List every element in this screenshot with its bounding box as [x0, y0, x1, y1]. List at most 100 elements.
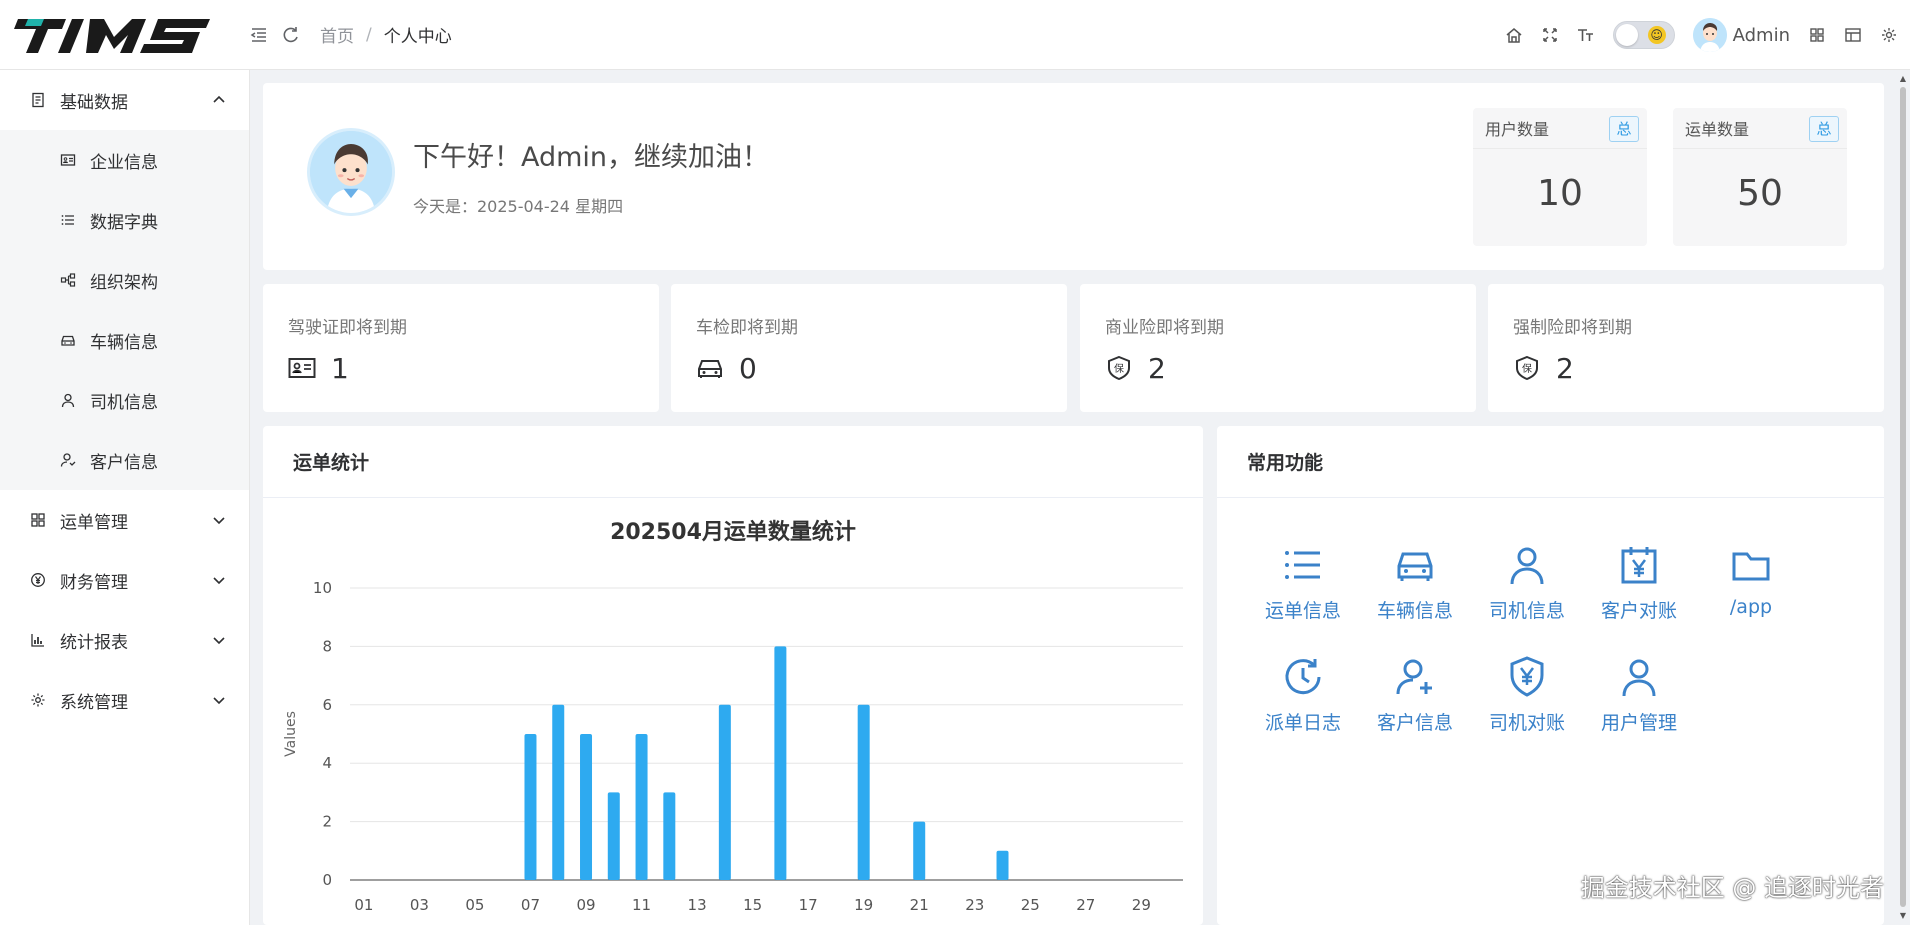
scroll-up-arrow[interactable]: ▲: [1898, 75, 1908, 83]
list-icon: [60, 212, 76, 228]
sidebar-group-waybill[interactable]: 运单管理: [0, 490, 249, 550]
car-icon: [60, 332, 76, 348]
sidebar-group-system[interactable]: 系统管理: [0, 670, 249, 730]
tims-logo[interactable]: [0, 0, 250, 70]
expiry-value: 0: [739, 352, 757, 385]
folder-icon: [1730, 544, 1772, 586]
total-badge: 总: [1609, 116, 1639, 142]
stat-label: 运单数量: [1685, 120, 1750, 139]
func-label: 车辆信息: [1376, 600, 1453, 622]
x-tick-label: 17: [799, 896, 818, 914]
common-functions-card: 常用功能 运单信息 车辆信息 司机信息 客户对账 /app 派单日志 客户信息: [1217, 426, 1884, 925]
user-count-card: 用户数量 总 10: [1473, 108, 1647, 246]
home-icon[interactable]: [1505, 26, 1523, 44]
chevron-down-icon: [211, 632, 227, 648]
stat-value: 10: [1537, 173, 1583, 214]
collapse-menu-icon[interactable]: [250, 26, 268, 44]
font-size-icon[interactable]: [1577, 26, 1595, 44]
apps-grid-icon[interactable]: [1808, 26, 1826, 44]
car-icon: [1394, 544, 1436, 586]
sidebar-item-label: 组织架构: [90, 272, 158, 293]
y-tick-label: 10: [313, 579, 332, 597]
func-label: 客户对账: [1600, 600, 1677, 622]
avatar: [1692, 18, 1727, 52]
func-customer-reconcile[interactable]: 客户对账: [1583, 544, 1695, 644]
sidebar-item-company-info[interactable]: 企业信息: [0, 130, 249, 190]
func-waybill-info[interactable]: 运单信息: [1247, 544, 1359, 644]
x-tick-label: 07: [521, 896, 540, 914]
sidebar-group-label: 运单管理: [60, 512, 128, 533]
expiry-label: 车检即将到期: [696, 318, 798, 338]
expiry-value: 2: [1148, 352, 1166, 385]
theme-toggle[interactable]: ☺: [1612, 21, 1675, 49]
breadcrumb-current: 个人中心: [383, 27, 452, 47]
clock-refresh-icon: [1282, 656, 1324, 698]
page-scrollbar[interactable]: ▲ ▼: [1898, 75, 1908, 920]
sidebar-item-vehicle-info[interactable]: 车辆信息: [0, 310, 249, 370]
func-driver-info[interactable]: 司机信息: [1471, 544, 1583, 644]
sidebar-item-customer-info[interactable]: 客户信息: [0, 430, 249, 490]
x-tick-label: 21: [910, 896, 929, 914]
user-add-icon: [1394, 656, 1436, 698]
grid-icon: [30, 512, 46, 528]
func-user-management[interactable]: 用户管理: [1583, 656, 1695, 756]
svg-text:保: 保: [1114, 362, 1124, 375]
x-tick-label: 27: [1076, 896, 1095, 914]
scroll-down-arrow[interactable]: ▼: [1898, 912, 1908, 920]
sidebar-item-data-dictionary[interactable]: 数据字典: [0, 190, 249, 250]
func-vehicle-info[interactable]: 车辆信息: [1359, 544, 1471, 644]
func-dispatch-log[interactable]: 派单日志: [1247, 656, 1359, 756]
toggle-knob: [1615, 24, 1638, 46]
x-tick-label: 15: [743, 896, 762, 914]
scroll-thumb[interactable]: [1900, 87, 1906, 907]
expiry-value: 2: [1556, 352, 1574, 385]
x-tick-label: 25: [1021, 896, 1040, 914]
y-tick-label: 4: [322, 754, 332, 772]
settings-icon[interactable]: [1880, 26, 1898, 44]
layout-icon[interactable]: [1844, 26, 1862, 44]
total-badge: 总: [1809, 116, 1839, 142]
chart-bar: [524, 734, 537, 880]
sidebar-group-label: 统计报表: [60, 632, 128, 653]
avatar: [307, 128, 395, 216]
sidebar-item-driver-info[interactable]: 司机信息: [0, 370, 249, 430]
expiry-value: 1: [331, 352, 349, 385]
chart-bar: [580, 734, 593, 880]
chart-bar: [913, 821, 926, 880]
bar-chart: 0 2 4 6 8 10 Values 01 03 05 07 09 11 13 15 17 19 21 23 25 2…: [283, 579, 1183, 914]
chart-bar: [774, 646, 787, 880]
func-label: 运单信息: [1264, 600, 1341, 622]
func-label: 用户管理: [1600, 712, 1677, 734]
org-tree-icon: [60, 272, 76, 288]
sidebar-group-finance[interactable]: 财务管理: [0, 550, 249, 610]
chart-bar: [607, 792, 620, 880]
func-label: /app: [1729, 596, 1773, 618]
refresh-icon[interactable]: [282, 26, 300, 44]
breadcrumb-home[interactable]: 首页: [320, 22, 354, 47]
list-icon: [1282, 544, 1324, 586]
sidebar-item-label: 企业信息: [90, 152, 158, 173]
func-customer-info[interactable]: 客户信息: [1359, 656, 1471, 756]
user-menu[interactable]: Admin: [1692, 18, 1790, 52]
func-driver-reconcile[interactable]: 司机对账: [1471, 656, 1583, 756]
card-title: 常用功能: [1217, 426, 1884, 498]
y-tick-label: 8: [322, 637, 332, 655]
x-tick-label: 05: [465, 896, 484, 914]
x-tick-label: 03: [410, 896, 429, 914]
sidebar-item-org-structure[interactable]: 组织架构: [0, 250, 249, 310]
fullscreen-icon[interactable]: [1541, 26, 1559, 44]
sidebar-group-reports[interactable]: 统计报表: [0, 610, 249, 670]
chevron-down-icon: [211, 572, 227, 588]
sidebar-group-label: 系统管理: [60, 692, 128, 713]
y-tick-label: 0: [322, 871, 332, 889]
sidebar-item-label: 客户信息: [90, 452, 158, 473]
customer-icon: [60, 452, 76, 468]
x-tick-label: 29: [1132, 896, 1151, 914]
welcome-card: 下午好！Admin，继续加油！ 今天是：2025-04-24 星期四 用户数量 …: [263, 83, 1884, 270]
yen-circle-icon: [30, 572, 46, 588]
chevron-up-icon: [211, 92, 227, 108]
x-tick-label: 01: [354, 896, 373, 914]
user-icon: [60, 392, 76, 408]
sidebar-group-basic-data[interactable]: 基础数据: [0, 70, 249, 130]
func-app[interactable]: /app: [1695, 544, 1807, 644]
